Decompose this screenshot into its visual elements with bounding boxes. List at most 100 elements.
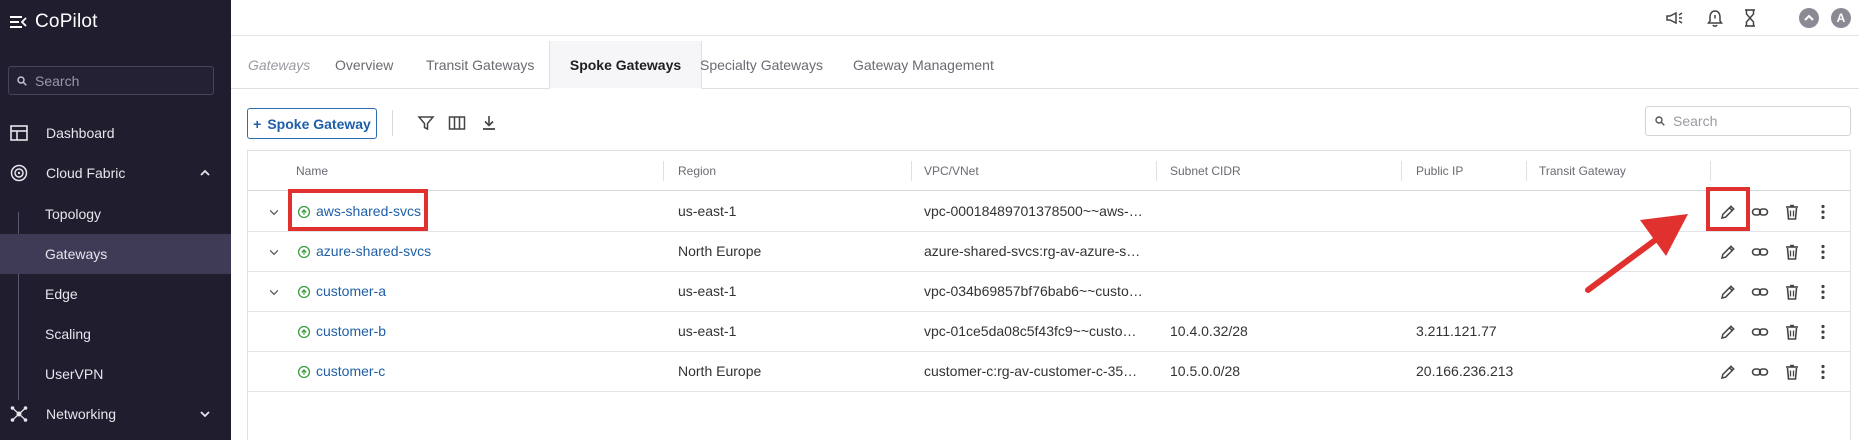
highlight-box-edit-button [1706,187,1750,231]
sidebar-item-topology[interactable]: Topology [0,194,231,234]
sidebar-item-label: Topology [45,206,102,222]
sidebar-item-cloud-fabric[interactable]: Cloud Fabric [0,153,231,193]
sidebar-item-label: UserVPN [45,366,104,382]
status-up-icon [297,245,311,259]
more-icon[interactable] [1814,363,1832,381]
gateway-name-link[interactable]: customer-b [316,323,386,339]
chevron-down-icon[interactable] [199,408,211,420]
column-divider[interactable] [1156,161,1157,181]
chevron-up-icon [1804,14,1814,21]
trash-icon[interactable] [1783,283,1801,301]
add-spoke-gateway-button[interactable]: + Spoke Gateway [247,108,377,139]
more-icon[interactable] [1814,203,1832,221]
tab-overview[interactable]: Overview [335,41,393,89]
region-cell: North Europe [678,243,762,259]
tab-bar: Gateways Overview Transit Gateways Spoke… [231,41,1859,90]
menu-collapse-icon[interactable] [9,13,27,31]
column-header-subnet-cidr[interactable]: Subnet CIDR [1170,164,1241,178]
table-search[interactable] [1645,106,1851,136]
gateway-name-link[interactable]: customer-c [316,363,385,379]
sidebar-item-scaling[interactable]: Scaling [0,314,231,354]
vpc-cell: vpc-01ce5da08c5f43fc9~~customer-b [924,323,1144,339]
trash-icon[interactable] [1783,323,1801,341]
download-icon[interactable] [480,114,498,132]
more-icon[interactable] [1814,243,1832,261]
table-row[interactable]: customer-c North Europe customer-c:rg-av-c… [248,352,1850,392]
announcement-icon[interactable] [1664,8,1684,28]
sidebar-item-dashboard[interactable]: Dashboard [0,113,231,153]
upload-status-icon[interactable] [1799,8,1819,28]
column-divider[interactable] [1526,161,1527,181]
filter-icon[interactable] [417,114,435,132]
public-ip-cell: 3.211.121.77 [1416,323,1497,339]
sidebar-item-edge[interactable]: Edge [0,274,231,314]
tab-specialty-gateways[interactable]: Specialty Gateways [700,41,823,89]
more-icon[interactable] [1814,323,1832,341]
link-icon[interactable] [1751,283,1769,301]
edit-icon[interactable] [1719,243,1737,261]
search-icon [1655,116,1665,126]
link-icon[interactable] [1751,243,1769,261]
cloud-fabric-icon [10,164,28,182]
column-divider[interactable] [663,161,664,181]
sidebar-item-label: Dashboard [46,125,115,141]
gateway-name-link[interactable]: azure-shared-svcs [316,243,431,259]
chevron-down-icon[interactable] [267,285,281,299]
sidebar-item-uservpn[interactable]: UserVPN [0,354,231,394]
sidebar-item-label: Cloud Fabric [46,165,126,181]
vpc-cell: vpc-00018489701378500~~aws-sha… [924,203,1144,219]
subnet-cidr-cell: 10.4.0.32/28 [1170,323,1248,339]
sidebar-item-gateways[interactable]: Gateways [0,234,231,274]
sidebar-item-label: Networking [46,406,117,422]
status-up-icon [297,285,311,299]
trash-icon[interactable] [1783,243,1801,261]
tab-gateway-management[interactable]: Gateway Management [853,41,994,89]
chevron-down-icon[interactable] [267,245,281,259]
gateway-name-link[interactable]: customer-a [316,283,386,299]
edit-icon[interactable] [1719,323,1737,341]
table-search-input[interactable] [1673,113,1843,129]
avatar[interactable]: A [1831,8,1851,28]
column-divider[interactable] [1710,161,1711,181]
sidebar-search-input[interactable] [35,72,205,89]
column-header-name[interactable]: Name [296,164,328,178]
chevron-up-icon[interactable] [199,167,211,179]
column-header-public-ip[interactable]: Public IP [1416,164,1463,178]
region-cell: us-east-1 [678,203,737,219]
chevron-down-icon[interactable] [267,205,281,219]
tab-transit-gateways[interactable]: Transit Gateways [426,41,534,89]
column-divider[interactable] [1401,161,1402,181]
status-up-icon [297,325,311,339]
status-up-icon [297,365,311,379]
edit-icon[interactable] [1719,363,1737,381]
trash-icon[interactable] [1783,363,1801,381]
top-bar: A [231,0,1859,36]
region-cell: us-east-1 [678,283,737,299]
column-header-vpc[interactable]: VPC/VNet [924,164,979,178]
sidebar-search[interactable] [8,66,214,95]
tab-spoke-gateways[interactable]: Spoke Gateways [549,41,702,90]
region-cell: us-east-1 [678,323,737,339]
link-icon[interactable] [1751,203,1769,221]
annotation-arrow-icon [1585,214,1688,293]
vpc-cell: vpc-034b69857bf76bab6~~custom… [924,283,1144,299]
edit-icon[interactable] [1719,283,1737,301]
link-icon[interactable] [1751,323,1769,341]
toolbar-divider [392,110,393,136]
hourglass-icon[interactable] [1740,8,1760,28]
public-ip-cell: 20.166.236.213 [1416,363,1514,379]
trash-icon[interactable] [1783,203,1801,221]
bell-icon[interactable] [1705,8,1725,28]
search-icon [17,75,27,86]
table-row[interactable]: customer-b us-east-1 vpc-01ce5da08c5f43fc9… [248,312,1850,352]
vpc-cell: azure-shared-svcs:rg-av-azure-sha… [924,243,1144,259]
column-header-region[interactable]: Region [678,164,716,178]
column-divider[interactable] [911,161,912,181]
sidebar-item-networking[interactable]: Networking [0,394,231,434]
subnet-cidr-cell: 10.5.0.0/28 [1170,363,1241,379]
columns-icon[interactable] [448,114,466,132]
breadcrumb[interactable]: Gateways [248,41,310,89]
link-icon[interactable] [1751,363,1769,381]
column-header-transit-gateway[interactable]: Transit Gateway [1539,164,1626,178]
more-icon[interactable] [1814,283,1832,301]
